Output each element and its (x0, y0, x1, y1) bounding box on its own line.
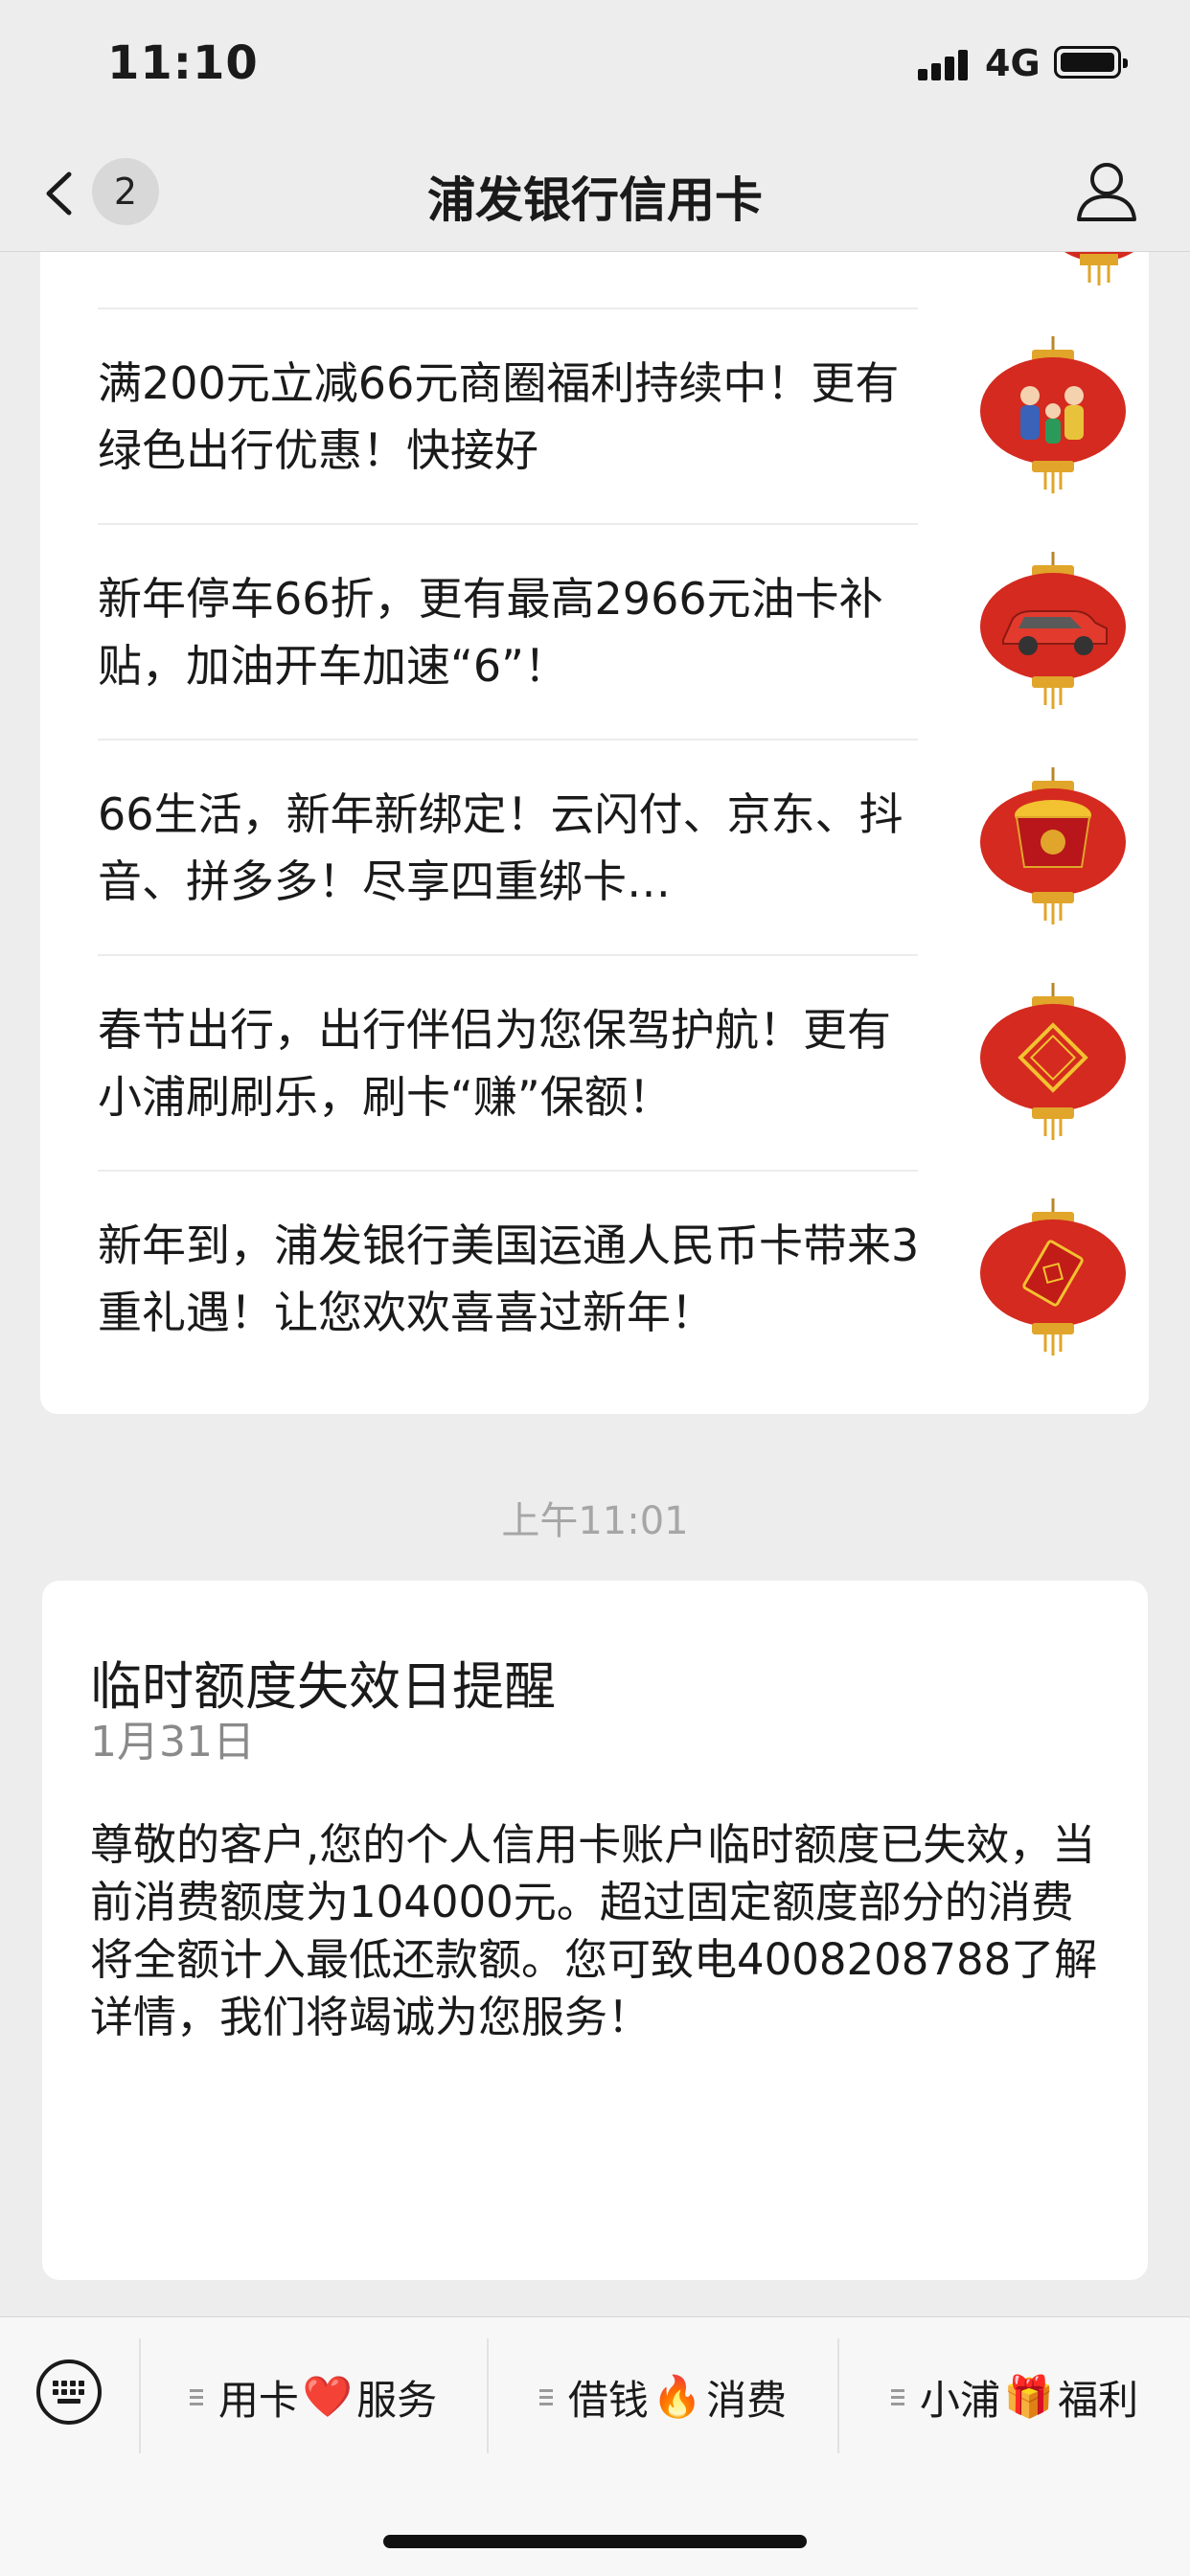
cellular-signal-icon (918, 48, 968, 80)
notification-card[interactable]: 临时额度失效日提醒 1月31日 尊敬的客户,您的个人信用卡账户临时额度已失效，当… (42, 1581, 1148, 2280)
network-type: 4G (985, 42, 1041, 84)
article-item[interactable]: 66生活，新年新绑定！云闪付、京东、抖音、拼多多！尽享四重绑卡… (98, 739, 1126, 954)
divider (98, 1170, 918, 1172)
submenu-indicator-icon (189, 2385, 203, 2409)
lantern-envelope-icon (980, 1198, 1126, 1356)
submenu-indicator-icon (538, 2385, 553, 2409)
lantern-family-icon (980, 336, 1126, 493)
divider (98, 523, 918, 525)
keyboard-icon (36, 2359, 102, 2425)
person-icon (1077, 163, 1136, 221)
battery-icon (1054, 46, 1128, 79)
lantern-car-icon (980, 552, 1126, 709)
menu-label: 用卡 (217, 2376, 299, 2424)
divider (98, 308, 918, 309)
notification-body: 尊敬的客户,您的个人信用卡账户临时额度已失效，当前消费额度为104000元。超过… (90, 1819, 1098, 2042)
lantern-fu-icon (980, 983, 1126, 1140)
fire-icon: 🔥 (652, 2373, 703, 2420)
nav-bar: 2 浦发银行信用卡 (0, 129, 1190, 252)
menu-label: 借钱 (567, 2376, 649, 2424)
divider (98, 954, 918, 956)
article-title: 新年停车66折，更有最高2966元油卡补贴，加油开车加速“6”！ (98, 573, 883, 692)
status-bar: 11:10 4G (0, 0, 1190, 129)
status-time: 11:10 (107, 36, 259, 90)
menu-label: 消费 (706, 2376, 788, 2424)
article-item[interactable]: 满200元立减66元商圈福利持续中！更有绿色出行优惠！快接好 (98, 308, 1126, 523)
lantern-partial-icon (1032, 252, 1149, 285)
article-list-card: 满200元立减66元商圈福利持续中！更有绿色出行优惠！快接好 新年停车66折，更… (40, 252, 1149, 1414)
menu-borrow-spend[interactable]: 借钱 🔥 消费 (489, 2317, 837, 2476)
article-item[interactable]: 新年停车66折，更有最高2966元油卡补贴，加油开车加速“6”！ (98, 523, 1126, 739)
message-timestamp: 上午11:01 (501, 1499, 689, 1543)
article-item-partial[interactable] (98, 252, 1133, 308)
menu-xiaopu-welfare[interactable]: 小浦 🎁 福利 (839, 2317, 1190, 2476)
heart-icon: ❤️ (302, 2373, 354, 2420)
notification-date: 1月31日 (90, 1718, 255, 1767)
divider (98, 739, 918, 741)
lantern-gold-icon (980, 767, 1126, 924)
article-item[interactable]: 春节出行，出行伴侣为您保驾护航！更有小浦刷刷乐，刷卡“赚”保额！ (98, 954, 1126, 1170)
menu-label: 小浦 (919, 2376, 1000, 2424)
submenu-indicator-icon (890, 2385, 904, 2409)
menu-card-service[interactable]: 用卡 ❤️ 服务 (140, 2317, 487, 2476)
home-indicator[interactable] (383, 2535, 807, 2548)
page-title: 浦发银行信用卡 (427, 172, 763, 228)
gift-icon: 🎁 (1003, 2373, 1055, 2420)
article-title: 春节出行，出行伴侣为您保驾护航！更有小浦刷刷乐，刷卡“赚”保额！ (98, 1004, 891, 1123)
profile-button[interactable] (1073, 158, 1140, 225)
article-title: 新年到，浦发银行美国运通人民币卡带来3重礼遇！让您欢欢喜喜过新年！ (98, 1220, 920, 1338)
article-title: 满200元立减66元商圈福利持续中！更有绿色出行优惠！快接好 (98, 357, 900, 476)
menu-label: 服务 (356, 2376, 438, 2424)
menu-label: 福利 (1058, 2376, 1139, 2424)
article-item[interactable]: 新年到，浦发银行美国运通人民币卡带来3重礼遇！让您欢欢喜喜过新年！ (98, 1170, 1126, 1385)
keyboard-toggle-button[interactable] (0, 2317, 139, 2476)
article-title: 66生活，新年新绑定！云闪付、京东、抖音、拼多多！尽享四重绑卡… (98, 788, 904, 907)
